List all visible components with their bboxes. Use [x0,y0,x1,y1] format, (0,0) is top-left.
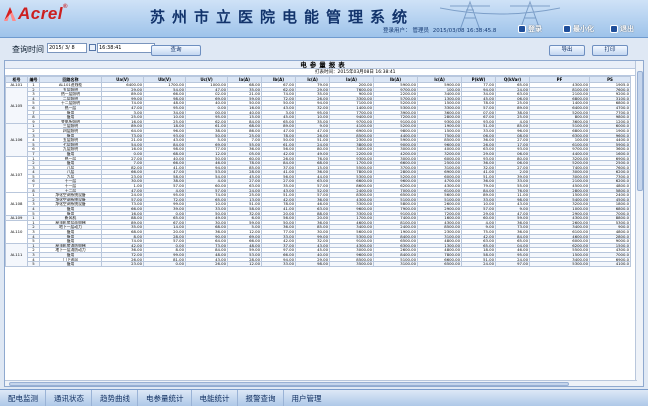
nav-comm-status[interactable]: 通讯状态 [46,390,92,406]
table-cell: 3100.00 [373,261,418,267]
horizontal-scrollbar[interactable] [5,380,637,386]
cabinet-cell: AL111 [5,242,28,267]
user-label: 登录用户： [383,28,411,34]
exit-icon [610,25,618,33]
nav-energy-stats[interactable]: 电能统计 [192,390,238,406]
table-cell: 4100.0 [589,261,631,267]
print-time: 打表时间：2015年03月08日 16:38:41 [5,69,643,76]
logo-mark-icon [4,7,16,21]
minimize-icon [563,25,571,33]
table-cell: 0.00 [143,261,186,267]
export-button[interactable]: 导出 [549,45,585,56]
nav-alarm-query[interactable]: 报警查询 [238,390,284,406]
table-cell: 5300.00 [529,261,590,267]
exit-label: 退出 [620,25,634,33]
current-date: 2015/03/08 [432,28,465,34]
nav-user-management[interactable]: 用户管理 [284,390,322,406]
table-row: 5 备用 23.00 0.00 26.00 12.00 33.00 98.00 3500.00 3… [6,261,631,267]
cabinet-cell: AL110 [5,219,28,244]
table-cell: 3500.00 [329,261,374,267]
table-cell: 12.00 [227,261,262,267]
nav-distribution-monitor[interactable]: 配电监测 [0,390,46,406]
horizontal-scroll-thumb[interactable] [9,382,569,386]
current-time: 16:38:45.8 [466,28,497,34]
logo-text: Acrel [18,4,64,23]
date-input[interactable]: 2015/ 3/ 8 [47,43,87,53]
cabinet-cell: AL105 [5,86,28,125]
login-label: 登录 [528,25,542,33]
vertical-scrollbar[interactable] [635,61,643,386]
minimize-label: 最小化 [573,25,594,33]
registered-icon: ® [63,4,68,10]
time-input[interactable]: 16:38:41 [97,43,155,53]
bottom-nav: 配电监测 通讯状态 趋势曲线 电参量统计 电能统计 报警查询 用户管理 [0,389,648,406]
table-cell: 97.00 [495,261,530,267]
system-title: 苏州市立医院电能管理系统 [150,8,415,26]
query-time-label: 查询时间 [12,45,44,54]
acrel-logo: Acrel® [4,4,68,24]
report-panel: 电参量报表 打表时间：2015年03月08日 16:38:41 柜号 编号 回路名称… [4,60,644,387]
minimize-button[interactable]: 最小化 [563,23,594,35]
exit-button[interactable]: 退出 [610,23,634,35]
table-cell: 备用 [39,261,102,267]
header-bar: Acrel® 苏州市立医院电能管理系统 登录用户： 管理员 2015/03/08 1… [0,0,648,38]
table-cell: 33.00 [261,261,296,267]
app-window: Acrel® 苏州市立医院电能管理系统 登录用户： 管理员 2015/03/08 1… [0,0,648,406]
table-cell: 24.00 [461,261,496,267]
login-icon [518,25,526,33]
user-name: 管理员 [412,28,430,34]
table-cell: 23.00 [101,261,144,267]
login-button[interactable]: 登录 [518,23,542,35]
cabinet-cell: AL108 [5,192,28,217]
cabinet-cell: AL107 [5,155,28,194]
table-cell: 26.00 [185,261,228,267]
table-cell: 6500.00 [417,261,462,267]
report-table: 柜号 编号 回路名称 Ua(V) Ub(V) Uc(V) Ia(A) Ib(A) Ic(A) Ia… [5,76,631,267]
table-cell: 98.00 [295,261,330,267]
user-info: 登录用户： 管理员 2015/03/08 16:38:45.8 [383,26,498,34]
table-cell: 5 [27,261,40,267]
vertical-scroll-thumb[interactable] [637,71,643,191]
print-button[interactable]: 打印 [592,45,628,56]
report-title: 电参量报表 [5,61,643,69]
cabinet-cell: AL106 [5,123,28,157]
nav-trend-curve[interactable]: 趋势曲线 [92,390,138,406]
calendar-icon[interactable] [89,44,96,51]
table-body: AL101 1 AL101进线柜 6400.00 1700.00 1000.00 68.00… [5,82,631,267]
nav-param-stats[interactable]: 电参量统计 [138,390,192,406]
query-button[interactable]: 查询 [151,45,201,56]
